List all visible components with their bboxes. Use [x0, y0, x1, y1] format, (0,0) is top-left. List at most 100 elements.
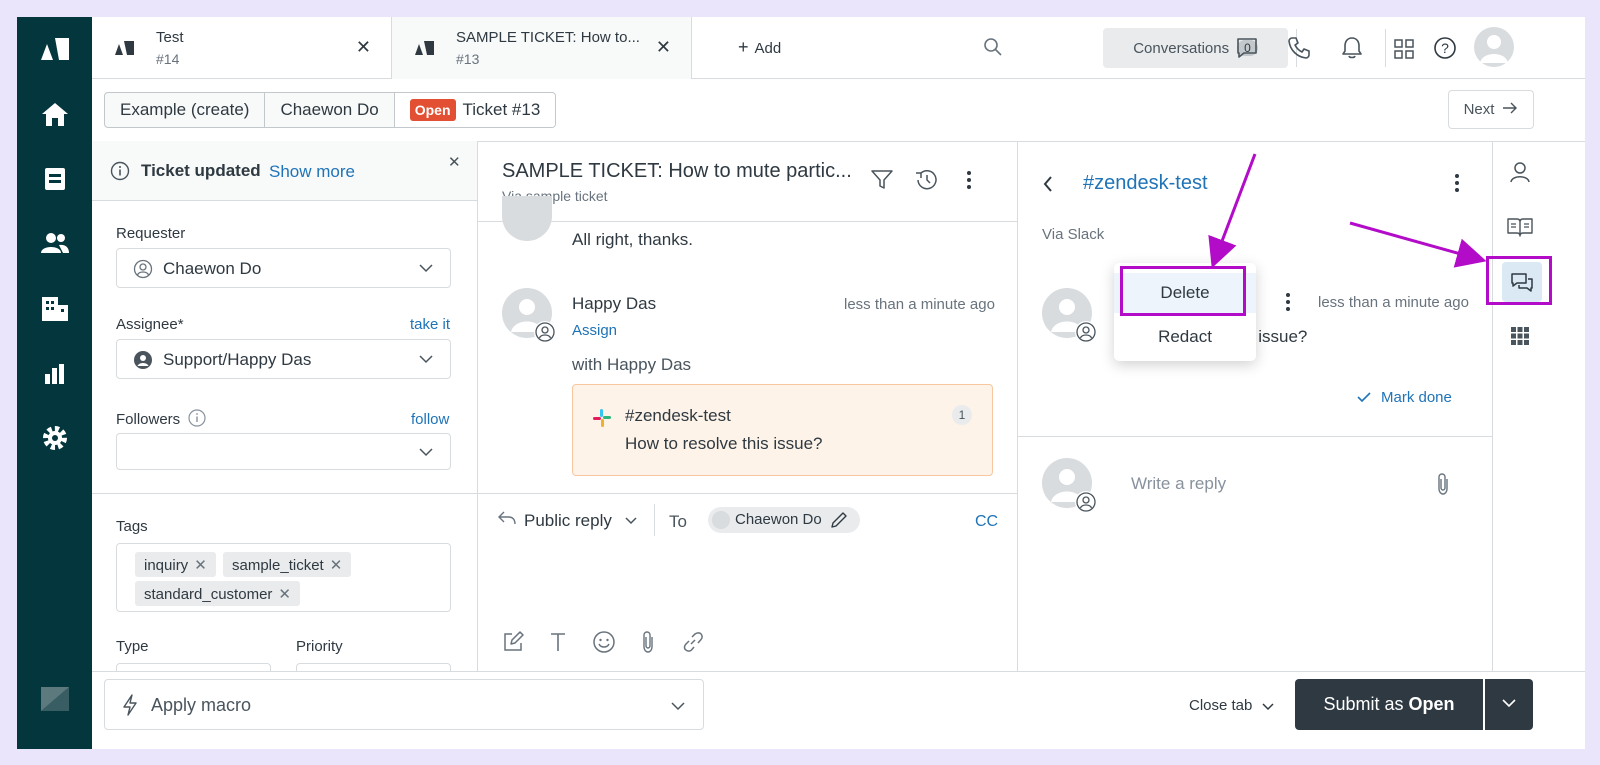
plus-icon: +: [738, 37, 749, 57]
apply-macro-dropdown[interactable]: Apply macro: [104, 679, 704, 730]
priority-field[interactable]: [296, 663, 451, 671]
notifications-bell-icon[interactable]: [1340, 35, 1364, 66]
emoji-icon[interactable]: [592, 630, 616, 659]
user-circle-icon: [1075, 321, 1097, 343]
tab-ticket-14[interactable]: Test #14 ✕: [92, 17, 392, 79]
breadcrumb-organization[interactable]: Example (create): [105, 93, 266, 127]
show-more-link[interactable]: Show more: [269, 162, 355, 182]
take-it-link[interactable]: take it: [410, 316, 450, 333]
info-icon: [110, 161, 130, 186]
chevron-down-icon[interactable]: [1261, 699, 1275, 717]
apps-grid-icon[interactable]: [1510, 326, 1530, 351]
conversations-button[interactable]: Conversations 0: [1103, 28, 1288, 68]
followers-field[interactable]: [116, 433, 451, 470]
attachment-icon[interactable]: [1436, 472, 1450, 501]
views-icon[interactable]: [17, 166, 92, 192]
reply-mode-selector[interactable]: Public reply: [524, 511, 612, 531]
message-time: less than a minute ago: [844, 296, 995, 313]
info-icon[interactable]: [188, 409, 206, 432]
close-icon[interactable]: ✕: [448, 153, 461, 171]
remove-tag-icon[interactable]: ✕: [330, 557, 343, 574]
check-icon: [1357, 390, 1371, 408]
home-icon[interactable]: [17, 101, 92, 127]
phone-icon[interactable]: [1287, 36, 1311, 65]
customers-icon[interactable]: [17, 231, 92, 255]
redact-menu-item[interactable]: Redact: [1114, 317, 1256, 357]
chevron-down-icon[interactable]: [624, 513, 638, 531]
avatar: [712, 511, 730, 529]
breadcrumb-ticket-label: Ticket #13: [462, 100, 541, 119]
slack-side-conversation-card[interactable]: #zendesk-test 1 How to resolve this issu…: [572, 384, 993, 476]
remove-tag-icon[interactable]: ✕: [278, 586, 291, 603]
apply-macro-label: Apply macro: [151, 695, 252, 715]
more-options-icon[interactable]: [1454, 173, 1460, 198]
breadcrumb-requester[interactable]: Chaewon Do: [265, 93, 395, 127]
user-circle-icon: [1075, 491, 1097, 513]
submit-options-button[interactable]: [1485, 679, 1533, 730]
zendesk-z-icon[interactable]: [17, 685, 92, 713]
conversations-label: Conversations: [1133, 39, 1230, 57]
reporting-icon[interactable]: [17, 362, 92, 386]
tag-chip[interactable]: sample_ticket ✕: [223, 552, 352, 577]
remove-tag-icon[interactable]: ✕: [194, 557, 207, 574]
breadcrumb-ticket[interactable]: Open Ticket #13: [394, 93, 556, 127]
reply-input[interactable]: Write a reply: [1131, 474, 1226, 494]
tags-label: Tags: [116, 518, 148, 535]
text-format-icon[interactable]: [549, 631, 567, 658]
back-arrow-icon[interactable]: [1042, 175, 1054, 198]
cc-link[interactable]: CC: [975, 513, 998, 531]
assignee-field[interactable]: Support/Happy Das: [116, 339, 451, 379]
search-icon[interactable]: [983, 37, 1003, 62]
link-icon[interactable]: [682, 631, 704, 658]
chat-icon[interactable]: [1235, 36, 1259, 65]
pencil-icon[interactable]: [830, 511, 848, 534]
more-options-icon[interactable]: [966, 170, 972, 195]
zendesk-logo-icon[interactable]: [17, 34, 92, 64]
tags-field[interactable]: inquiry ✕ sample_ticket ✕ standard_custome…: [116, 543, 451, 612]
user-avatar[interactable]: [1474, 27, 1514, 67]
requester-field[interactable]: Chaewon Do: [116, 248, 451, 288]
history-icon[interactable]: [914, 169, 938, 196]
conversation-panel: SAMPLE TICKET: How to mute partic... Via…: [477, 141, 1017, 671]
message-count-badge: 1: [952, 405, 972, 425]
to-label: To: [669, 512, 687, 531]
tag-label: inquiry: [144, 557, 189, 574]
tag-chip[interactable]: standard_customer ✕: [135, 581, 300, 606]
recipient-chip[interactable]: Chaewon Do: [708, 507, 860, 533]
side-conversation-channel: #zendesk-test: [1083, 172, 1208, 194]
breadcrumb: Example (create) Chaewon Do Open Ticket #…: [104, 92, 557, 128]
tab-ticket-13[interactable]: SAMPLE TICKET: How to... #13 ✕: [392, 17, 692, 79]
assign-link[interactable]: Assign: [572, 322, 617, 339]
ticket-properties-panel: Ticket updated Show more ✕ Requester Cha…: [92, 141, 477, 671]
message-options-icon[interactable]: [1285, 292, 1291, 317]
admin-gear-icon[interactable]: [17, 425, 92, 451]
filter-icon[interactable]: [871, 170, 893, 195]
customer-context-icon[interactable]: [1509, 161, 1531, 188]
type-field[interactable]: [116, 663, 271, 671]
context-panel-bar: [1492, 141, 1585, 671]
organizations-icon[interactable]: [17, 293, 92, 323]
add-tab-button[interactable]: + Add: [738, 37, 781, 58]
avatar: [502, 196, 552, 241]
close-tab-dropdown[interactable]: Close tab: [1189, 697, 1252, 714]
compose-icon[interactable]: [502, 631, 524, 658]
products-grid-icon[interactable]: [1394, 39, 1414, 64]
status-badge: Open: [409, 99, 456, 121]
follow-link[interactable]: follow: [411, 411, 449, 428]
add-tab-label: Add: [754, 40, 782, 57]
attachment-icon[interactable]: [641, 630, 655, 659]
next-button[interactable]: Next: [1448, 90, 1534, 129]
help-icon[interactable]: ?: [1433, 36, 1457, 65]
submit-button[interactable]: Submit as Open: [1295, 679, 1483, 730]
slack-icon: [593, 409, 611, 432]
previous-message: All right, thanks.: [572, 230, 693, 249]
close-icon[interactable]: ✕: [656, 37, 671, 58]
delete-highlight-box: [1120, 266, 1246, 316]
knowledge-book-icon[interactable]: [1507, 217, 1533, 242]
mark-done-button[interactable]: Mark done: [1381, 389, 1452, 406]
tag-chip[interactable]: inquiry ✕: [135, 552, 216, 577]
next-label: Next: [1463, 101, 1495, 118]
chevron-down-icon: [418, 445, 434, 463]
close-icon[interactable]: ✕: [356, 37, 371, 58]
ticket-icon: [414, 39, 436, 62]
